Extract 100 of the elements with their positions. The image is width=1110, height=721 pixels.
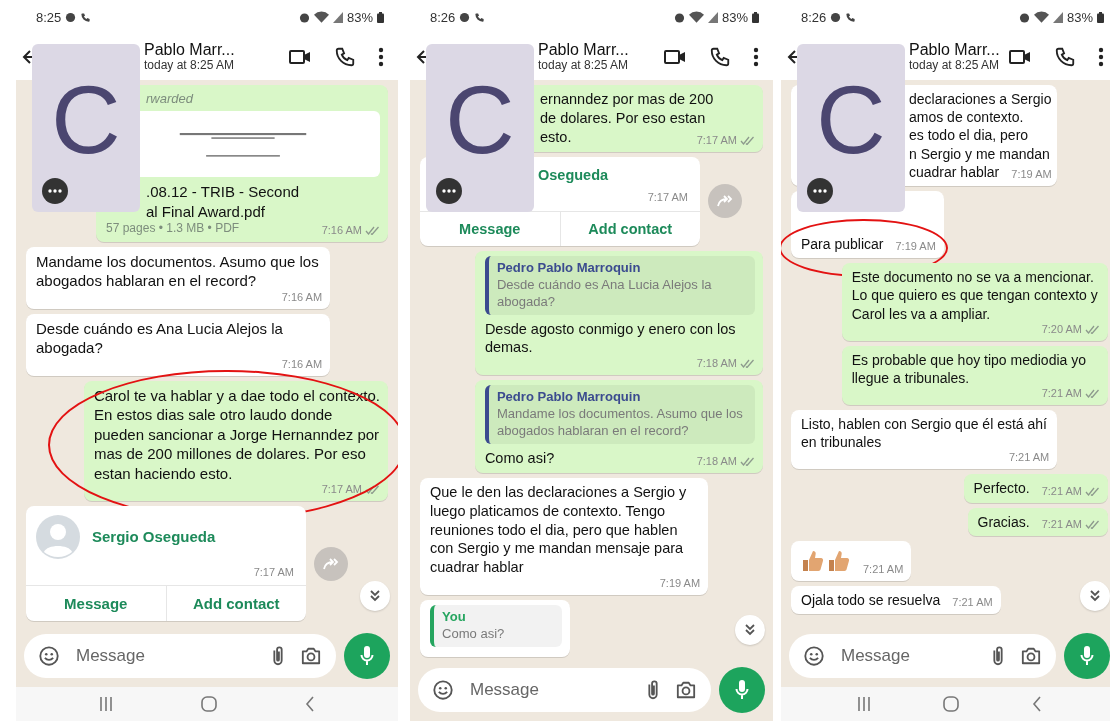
- message-time: 7:16 AM: [321, 223, 362, 237]
- call-icon: [80, 11, 92, 23]
- last-seen: today at 8:25 AM: [144, 59, 236, 74]
- message-text: Gracias.: [977, 512, 1030, 531]
- more-button[interactable]: [42, 178, 68, 204]
- message-time: 7:17 AM: [321, 483, 362, 497]
- phone-icon[interactable]: [1054, 46, 1076, 68]
- double-check-icon: [1085, 519, 1100, 529]
- microphone-button[interactable]: [719, 667, 765, 713]
- message-text: Este documento no se va a mencionar. Lo que quiero es que tengan contexto y Carol les va a ampliar.: [851, 268, 1099, 323]
- contact-action-button[interactable]: Message: [26, 586, 166, 622]
- battery-icon: [1097, 11, 1104, 23]
- message-text: Mandame los documentos. Asumo que los abogados hablaran en el record?: [36, 251, 320, 291]
- phone-icon[interactable]: [709, 46, 731, 68]
- signal-icon: [1052, 11, 1063, 23]
- microphone-icon: [360, 645, 374, 667]
- message-input[interactable]: Message: [74, 645, 256, 667]
- contact-action-button[interactable]: Message: [420, 211, 560, 246]
- contact-action-button[interactable]: Add contact: [165, 586, 306, 622]
- message-time: 7:19 AM: [1011, 167, 1052, 181]
- message-text: cuadrar hablar: [909, 162, 1000, 181]
- more-button[interactable]: [807, 178, 833, 204]
- message-time: 7:17 AM: [696, 133, 737, 147]
- recent-apps-icon[interactable]: [856, 696, 871, 712]
- message-time: 7:18 AM: [696, 454, 737, 468]
- message-field[interactable]: Message: [789, 634, 1056, 678]
- contact-action-button[interactable]: Add contact: [559, 211, 700, 246]
- message-text: Que le den las declaraciones a Sergio y luego platicamos de contexto. Tengo reuniones todo el dia, pero que hablen con Sergio y me mandan mensaje para cuadrar hablar: [430, 482, 688, 578]
- message-text: Es probable que hoy tipo mediodia yo llegue a tribunales.: [851, 350, 1087, 388]
- camera-icon[interactable]: [300, 646, 322, 666]
- more-options-icon[interactable]: [1098, 47, 1104, 67]
- message-field[interactable]: Message: [418, 668, 711, 712]
- file-info: 57 pages • 1.3 MB • PDF: [106, 221, 240, 237]
- quote-author: Pedro Pablo Marroquin: [496, 259, 642, 277]
- double-check-icon: [1085, 324, 1100, 334]
- attach-icon[interactable]: [645, 679, 661, 701]
- message-text: es todo el dia, pero: [909, 126, 1029, 145]
- call-icon: [474, 11, 486, 23]
- emoji-icon[interactable]: [803, 645, 825, 667]
- microphone-icon: [735, 679, 749, 701]
- forwarded-label: rwarded: [145, 90, 195, 108]
- double-check-icon: [365, 225, 380, 235]
- double-check-icon: [740, 135, 755, 145]
- thumbs-up-icon: [801, 548, 825, 573]
- back-icon[interactable]: [304, 696, 315, 712]
- signal-icon: [707, 11, 718, 23]
- home-icon[interactable]: [200, 695, 218, 713]
- message-time: 7:20 AM: [1041, 322, 1082, 336]
- avatar-letter: C: [444, 72, 516, 168]
- back-icon[interactable]: [1032, 696, 1043, 712]
- scroll-down-button[interactable]: [735, 615, 765, 645]
- message-text: declaraciones a Sergio: [909, 90, 1052, 109]
- contact-name: Osegueda: [538, 165, 609, 185]
- quote-author: You: [442, 609, 467, 627]
- more-options-icon[interactable]: [753, 47, 759, 67]
- home-icon[interactable]: [942, 695, 961, 713]
- message-time: 7:21 AM: [1041, 484, 1082, 498]
- message-time: 7:21 AM: [1041, 517, 1082, 531]
- battery-icon: [752, 11, 759, 23]
- camera-icon[interactable]: [675, 680, 697, 700]
- contact-name: Pablo Marr...: [538, 40, 630, 60]
- emoji-icon[interactable]: [432, 679, 454, 701]
- message-input[interactable]: Message: [839, 645, 976, 667]
- status-time: 8:25: [36, 9, 62, 25]
- attach-icon[interactable]: [990, 645, 1006, 667]
- emoji-icon[interactable]: [38, 645, 60, 667]
- scroll-down-button[interactable]: [360, 581, 390, 611]
- phone-icon[interactable]: [334, 46, 356, 68]
- signal-icon: [332, 11, 343, 23]
- message-input[interactable]: Message: [468, 679, 631, 701]
- wifi-icon: [688, 11, 704, 23]
- message-time: 7:21 AM: [863, 562, 904, 576]
- battery-level: 83%: [1066, 9, 1093, 25]
- file-name: .08.12 - TRIB - Second: [146, 182, 300, 202]
- quote-author: Pedro Pablo Marroquin: [496, 389, 642, 407]
- message-field[interactable]: Message: [24, 634, 336, 678]
- contact-name: Pablo Marr...: [909, 40, 1001, 60]
- double-check-icon: [365, 485, 380, 495]
- message-time: 7:19 AM: [895, 240, 936, 254]
- quote-text: Mandame los documentos. Asumo que los abogados hablaran en el record?: [496, 406, 744, 441]
- avatar-letter: C: [815, 72, 887, 168]
- message-time: 7:21 AM: [1008, 451, 1050, 465]
- attach-icon[interactable]: [270, 645, 286, 667]
- more-options-icon[interactable]: [378, 47, 384, 67]
- message-text: esto.: [540, 127, 572, 147]
- message-text: ernanndez por mas de 200: [540, 90, 714, 109]
- message-text: Listo, hablen con Sergio que él está ahí en tribunales: [801, 415, 1048, 452]
- microphone-icon: [1080, 645, 1094, 667]
- message-time: 7:18 AM: [696, 357, 737, 371]
- camera-icon[interactable]: [1020, 646, 1042, 666]
- more-button[interactable]: [436, 178, 462, 204]
- microphone-button[interactable]: [1064, 633, 1110, 679]
- file-name: al Final Award.pdf: [146, 201, 265, 221]
- double-chevron-down-icon: [1088, 589, 1102, 603]
- message-time: 7:17 AM: [647, 191, 688, 204]
- status-time: 8:26: [430, 9, 456, 25]
- wifi-icon: [313, 11, 329, 23]
- microphone-button[interactable]: [344, 633, 390, 679]
- scroll-down-button[interactable]: [1080, 581, 1110, 611]
- recent-apps-icon[interactable]: [99, 696, 114, 712]
